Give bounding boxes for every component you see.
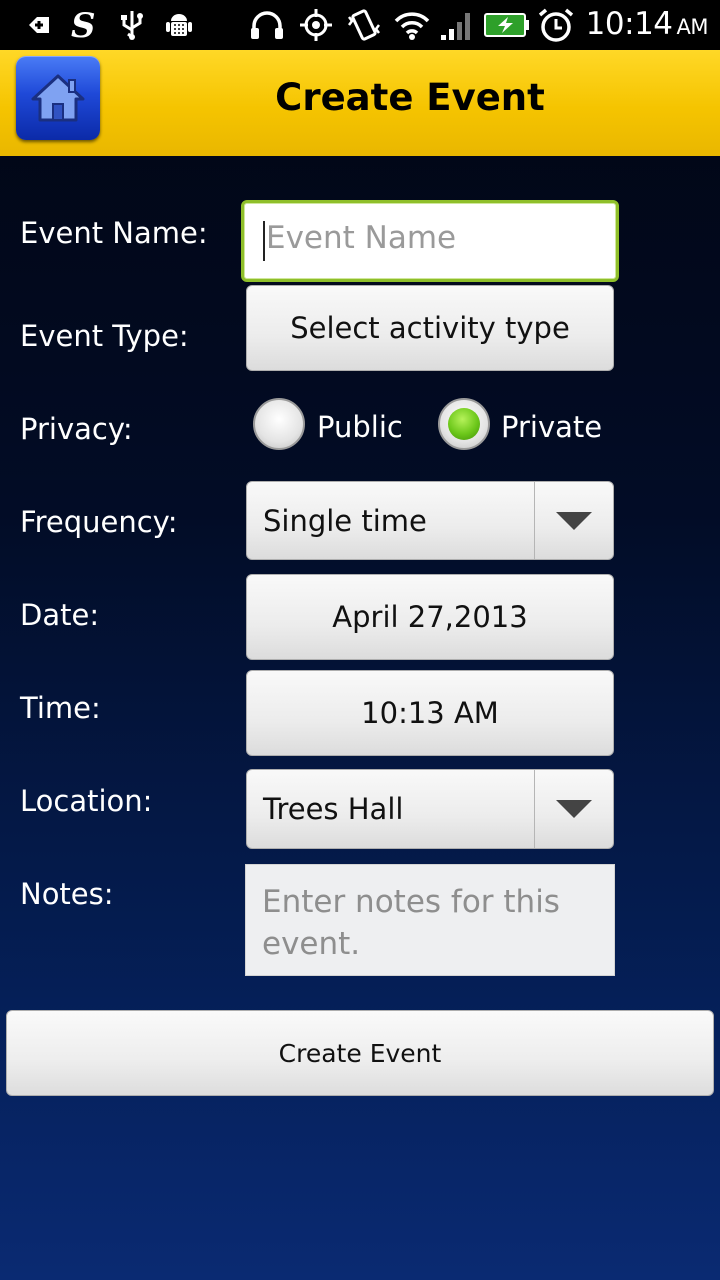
public-radio[interactable] — [253, 398, 305, 450]
notes-field[interactable]: Enter notes for this event. — [245, 864, 615, 976]
time-label: Time: — [20, 691, 101, 725]
event-type-label: Event Type: — [20, 319, 189, 353]
time-picker-button[interactable]: 10:13 AM — [246, 670, 614, 756]
notes-placeholder: Enter notes for this event. — [262, 884, 560, 962]
status-time: 10:14 AM — [585, 6, 709, 42]
svg-text:S: S — [71, 8, 96, 42]
usb-icon — [116, 8, 148, 42]
event-name-field[interactable]: Event Name — [241, 200, 619, 282]
event-name-placeholder: Event Name — [266, 220, 457, 256]
notes-label: Notes: — [20, 877, 114, 911]
signal-icon — [438, 8, 476, 42]
page-title: Create Event — [275, 76, 545, 119]
status-bar: S 10:14 AM — [0, 0, 720, 50]
location-value: Trees Hall — [263, 792, 404, 826]
alarm-icon — [536, 8, 576, 42]
chevron-down-icon — [556, 511, 592, 530]
frequency-spinner[interactable]: Single time — [246, 481, 614, 560]
frequency-label: Frequency: — [20, 505, 178, 539]
home-button[interactable] — [16, 56, 100, 140]
location-spinner[interactable]: Trees Hall — [246, 769, 614, 849]
location-dropdown[interactable] — [534, 770, 613, 848]
create-event-button[interactable]: Create Event — [6, 1010, 714, 1096]
vibrate-icon — [344, 8, 384, 42]
privacy-label: Privacy: — [20, 412, 133, 446]
date-picker-button[interactable]: April 27,2013 — [246, 574, 614, 660]
public-radio-label[interactable]: Public — [317, 410, 403, 444]
frequency-dropdown[interactable] — [534, 482, 613, 559]
wifi-icon — [392, 8, 432, 42]
headphones-icon — [248, 8, 286, 42]
date-label: Date: — [20, 598, 100, 632]
text-cursor — [263, 221, 265, 261]
select-activity-type-button[interactable]: Select activity type — [246, 285, 614, 371]
add-icon — [22, 8, 52, 42]
private-radio[interactable] — [438, 398, 490, 450]
battery-charging-icon — [484, 8, 530, 42]
home-icon — [29, 72, 87, 124]
chevron-down-icon — [556, 800, 592, 818]
event-name-label: Event Name: — [20, 216, 208, 250]
s-app-icon: S — [66, 8, 100, 42]
location-label: Location: — [20, 784, 153, 818]
gps-icon — [296, 8, 336, 42]
private-radio-label[interactable]: Private — [501, 410, 602, 444]
frequency-value: Single time — [263, 503, 427, 538]
android-debug-icon — [162, 8, 196, 42]
